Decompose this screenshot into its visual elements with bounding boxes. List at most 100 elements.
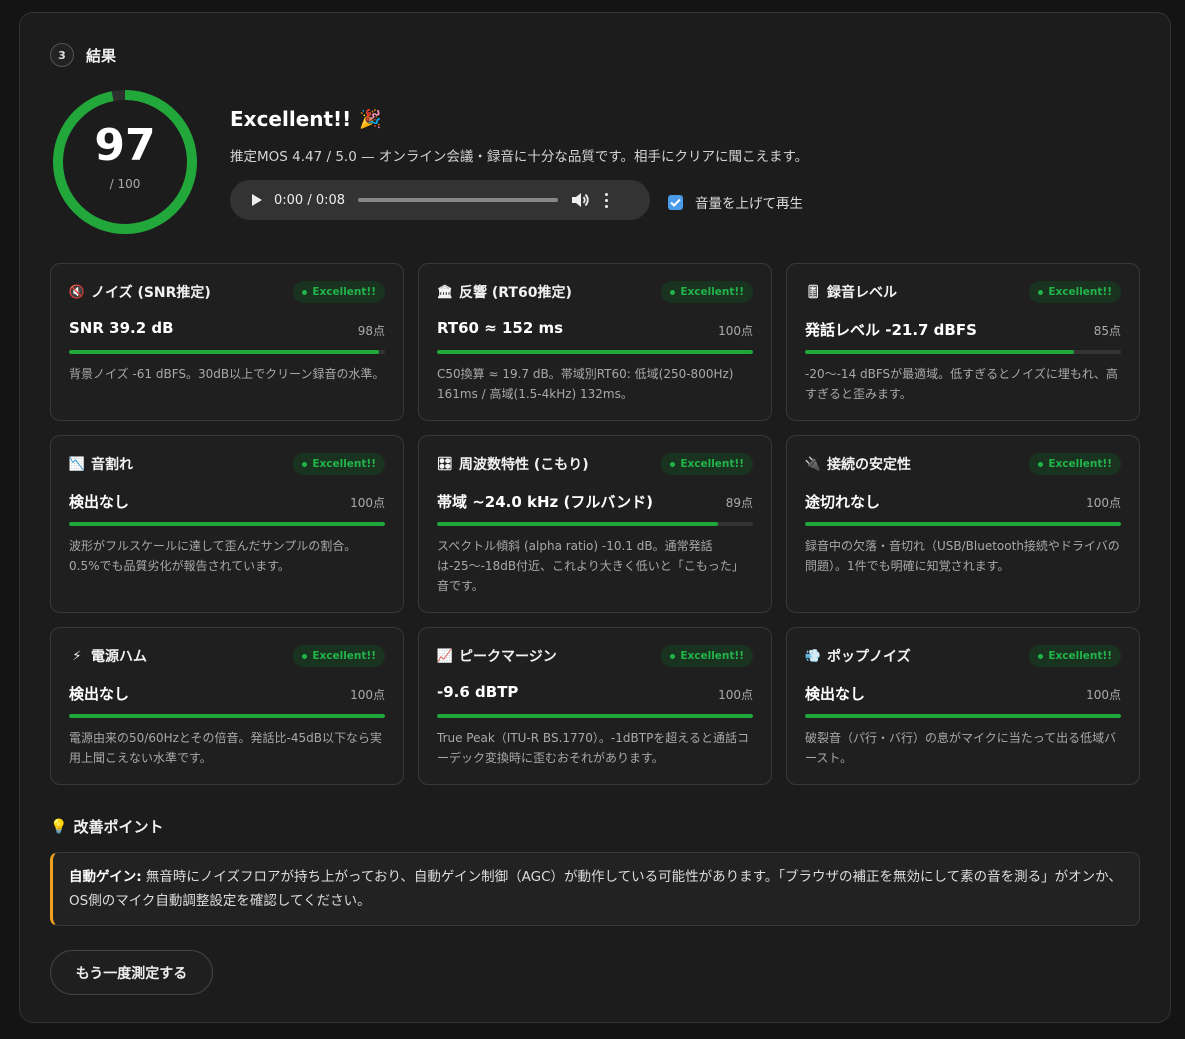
plug-icon: 🔌 [804,456,822,472]
volume-icon[interactable] [570,192,590,208]
metric-description: 背景ノイズ -61 dBFS。30dB以上でクリーン録音の水準。 [69,367,385,381]
score-bar-fill [437,714,753,718]
card-title: 🔌 接続の安定性 [805,454,911,474]
metric-description: C50換算 ≈ 19.7 dB。帯域別RT60: 低域(250-800Hz) 1… [437,367,734,401]
status-dot-icon [302,653,308,659]
boost-volume-toggle[interactable]: 音量を上げて再生 [668,192,803,212]
status-badge-text: Excellent!! [312,286,376,298]
audio-player[interactable]: 0:00 / 0:08 [230,180,650,220]
card-title: 🔇 ノイズ (SNR推定) [69,282,211,302]
status-dot-icon [670,289,676,295]
metric-card: 📉 音割れ Excellent!! 検出なし 100点 波形がフルスケールに達し… [50,435,404,613]
score-value: 97 [94,120,156,171]
status-dot-icon [302,289,308,295]
status-badge: Excellent!! [1029,453,1121,475]
metric-card: 🔌 接続の安定性 Excellent!! 途切れなし 100点 録音中の欠落・音… [786,435,1140,613]
lightbulb-icon: 💡 [50,818,68,835]
metric-value: 検出なし [69,685,130,703]
score-max: / 100 [109,177,141,191]
score-bar [437,350,753,354]
metric-description: 電源由来の50/60Hzとその倍音。発話比-45dB以下なら実用上聞こえない水準… [69,731,382,765]
metric-points: 100点 [1086,496,1121,510]
score-bar [805,350,1121,354]
status-badge-text: Excellent!! [680,650,744,662]
score-bar-fill [69,522,385,526]
metric-card: 🏛 反響 (RT60推定) Excellent!! RT60 ≈ 152 ms … [418,263,772,421]
retry-button[interactable]: もう一度測定する [50,950,213,995]
card-title: 📈 ピークマージン [437,646,557,666]
tips-title-text: 改善ポイント [73,818,164,836]
score-bar-fill [437,522,719,526]
tip-text: 無音時にノイズフロアが持ち上がっており、自動ゲイン制御（AGC）が動作している可… [69,869,1122,909]
more-vert-icon[interactable] [602,192,610,208]
tips-title: 💡 改善ポイント [50,816,163,837]
status-badge: Excellent!! [1029,645,1121,667]
metric-value: 発話レベル -21.7 dBFS [805,321,977,339]
level-slider-icon: 🎚 [804,284,822,300]
metric-points: 85点 [1093,324,1121,338]
results-panel: 3 結果 97 / 100 Excellent!! 🎉 推定MOS 4.47 /… [19,12,1171,1023]
status-badge-text: Excellent!! [1048,286,1112,298]
status-badge: Excellent!! [661,645,753,667]
metric-description: True Peak（ITU-R BS.1770）。-1dBTPを超えると通話コー… [437,731,749,765]
status-dot-icon [302,461,308,467]
score-bar-fill [69,350,379,354]
score-bar [805,714,1121,718]
card-title-text: 周波数特性 (こもり) [459,457,589,473]
verdict-description: 推定MOS 4.47 / 5.0 — オンライン会議・録音に十分な品質です。相手… [230,149,809,165]
card-title: 🎚 録音レベル [805,282,897,302]
metric-description: 録音中の欠落・音切れ（USB/Bluetooth接続やドライバの問題）。1件でも… [805,539,1120,573]
score-gauge: 97 / 100 [49,86,201,238]
verdict-title: Excellent!! 🎉 [230,107,382,131]
card-title: 🏛 反響 (RT60推定) [437,282,572,302]
metric-value: 検出なし [805,685,866,703]
score-bar [437,714,753,718]
playback-seek-bar[interactable] [358,198,558,202]
status-badge-text: Excellent!! [680,458,744,470]
status-badge-text: Excellent!! [1048,650,1112,662]
card-title: 💨 ポップノイズ [805,646,911,666]
metric-card: 📈 ピークマージン Excellent!! -9.6 dBTP 100点 Tru… [418,627,772,785]
card-title-text: ピークマージン [459,649,557,665]
status-badge-text: Excellent!! [312,458,376,470]
play-icon[interactable] [252,194,262,206]
score-bar-fill [437,350,753,354]
score-bar [437,522,753,526]
party-popper-icon: 🎉 [359,108,382,130]
metric-card: 🎚 録音レベル Excellent!! 発話レベル -21.7 dBFS 85点… [786,263,1140,421]
score-bar-fill [805,522,1121,526]
metric-points: 100点 [350,688,385,702]
status-dot-icon [670,653,676,659]
metric-points: 89点 [725,496,753,510]
card-title-text: 電源ハム [91,649,147,665]
status-badge: Excellent!! [293,453,385,475]
metric-points: 100点 [1086,688,1121,702]
dash-icon: 💨 [804,648,822,664]
score-bar [69,522,385,526]
verdict-text: Excellent!! [230,107,352,131]
metric-value: 検出なし [69,493,130,511]
boost-volume-checkbox[interactable] [668,194,683,210]
score-bar [69,350,385,354]
card-title-text: 音割れ [91,457,133,473]
chart-up-icon: 📈 [436,648,454,664]
metric-points: 98点 [357,324,385,338]
metric-card: ⚡ 電源ハム Excellent!! 検出なし 100点 電源由来の50/60H… [50,627,404,785]
playback-time: 0:00 / 0:08 [274,192,346,208]
metric-points: 100点 [718,688,753,702]
muted-speaker-icon: 🔇 [68,284,86,300]
step-number: 3 [50,43,74,67]
status-badge: Excellent!! [1029,281,1121,303]
score-bar-fill [805,350,1074,354]
metric-card: 💨 ポップノイズ Excellent!! 検出なし 100点 破裂音（パ行・バ行… [786,627,1140,785]
metric-points: 100点 [350,496,385,510]
card-title: 📉 音割れ [69,454,133,474]
metric-card: 🎛 周波数特性 (こもり) Excellent!! 帯域 ~24.0 kHz (… [418,435,772,613]
building-icon: 🏛 [436,284,454,300]
score-bar [69,714,385,718]
metric-description: 破裂音（パ行・バ行）の息がマイクに当たって出る低域バースト。 [805,731,1117,765]
step-title: 結果 [86,46,117,65]
metric-value: -9.6 dBTP [437,683,519,701]
card-title: ⚡ 電源ハム [69,646,147,666]
score-bar-fill [805,714,1121,718]
